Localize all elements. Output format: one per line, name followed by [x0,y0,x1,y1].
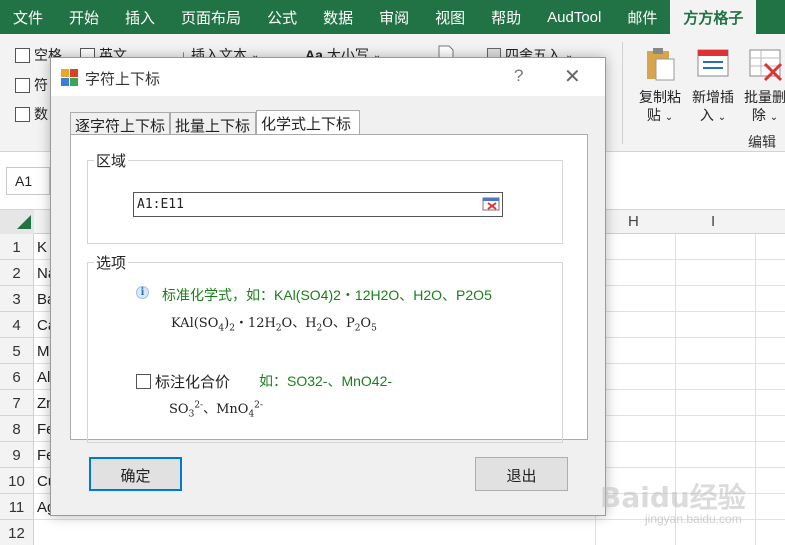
standard-formula-hint: 标准化学式，如：KAl(SO4)2・12H2O、H2O、P2O5 [162,287,492,303]
copy-paste-label-2: 贴 [646,107,661,123]
ribbon-tab-bar: 文件 开始 插入 页面布局 公式 数据 审阅 视图 帮助 AudTool 邮件 方方格子 [0,0,785,34]
symbol-checkbox[interactable] [15,77,30,93]
table-insert-icon [695,46,731,82]
example-text: 、MnO [203,402,249,417]
column-header-i[interactable]: I [711,213,715,230]
row-header[interactable]: 7 [0,390,34,416]
cell-a[interactable]: K [34,234,47,260]
number-label: 数 [34,106,48,122]
chevron-down-icon: ⌄ [664,112,674,123]
copy-paste-label-1: 复制粘 [639,89,681,105]
example-subscript: 4 [248,409,255,420]
ribbon-tab-6[interactable]: 审阅 [366,0,422,34]
select-all-corner[interactable] [0,210,34,234]
row-header[interactable]: 12 [0,520,34,545]
cell-a[interactable]: Al [34,364,50,390]
ribbon-tab-4[interactable]: 公式 [254,0,310,34]
valence-label: 标注化合价 [155,374,231,391]
help-button[interactable]: ? [514,66,523,86]
row-header[interactable]: 8 [0,416,34,442]
row-header[interactable]: 6 [0,364,34,390]
row-header[interactable]: 9 [0,442,34,468]
symbol-label: 符 [34,77,48,93]
exit-button[interactable]: 退出 [475,457,568,491]
new-insert-label-2: 入 [699,107,714,123]
range-value: A1:E11 [137,197,184,212]
clipboard-icon [642,46,678,82]
options-label: 选项 [96,255,127,272]
copy-paste-button[interactable]: 复制粘 贴 ⌄ [635,46,685,127]
batch-delete-label-1: 批量删 [744,89,785,105]
standard-formula-example: KAl(SO4)2・12H2O、H2O、P2O5 [171,312,377,334]
valence-option[interactable]: 标注化合价 [136,371,230,392]
valence-checkbox[interactable] [136,374,151,389]
options-group: 选项 [87,252,563,443]
row-header[interactable]: 11 [0,494,34,520]
new-insert-button[interactable]: 新增插 入 ⌄ [688,46,738,127]
valence-hint: 如：SO32-、MnO42- [259,373,393,389]
region-label: 区域 [96,153,127,170]
example-text: ・12H [234,316,276,331]
tab-chemical-formula[interactable]: 化学式上下标 [256,110,360,136]
ribbon-tab-9[interactable]: AudTool [534,0,614,34]
row-header[interactable]: 4 [0,312,34,338]
example-text: O、H [281,316,317,331]
select-all-icon [17,215,31,229]
table-delete-icon [747,46,783,82]
chevron-down-icon: ⌄ [717,112,727,123]
info-icon: i [136,286,149,299]
symbol-command[interactable]: 符 [15,75,48,95]
example-superscript: 2- [254,400,263,411]
app-icon [61,69,79,86]
batch-delete-label-2: 除 [751,107,766,123]
cell-a[interactable] [34,520,37,545]
batch-delete-button[interactable]: 批量删 除 ⌄ [740,46,785,127]
example-text: O、P [322,316,355,331]
ok-button[interactable]: 确定 [89,457,182,491]
chevron-down-icon: ⌄ [769,112,779,123]
watermark-url: jingyan.baidu.com [645,512,742,526]
ribbon-tab-8[interactable]: 帮助 [478,0,534,34]
tab-per-character[interactable]: 逐字符上下标 [70,112,170,135]
example-text: SO [169,402,189,417]
subscript-dialog: 字符上下标 ? ✕ 逐字符上下标 批量上下标 化学式上下标 区域 A1:E11 … [50,57,606,516]
number-command[interactable]: 数 [15,104,48,124]
ribbon-tab-10[interactable]: 邮件 [614,0,670,34]
ribbon-divider [622,42,623,144]
watermark: Baidu经验 [600,481,746,514]
close-icon[interactable]: ✕ [564,64,581,89]
example-subscript: 5 [371,323,377,334]
row-header[interactable]: 10 [0,468,34,494]
space-checkbox[interactable] [15,47,30,63]
ribbon-tab-3[interactable]: 页面布局 [168,0,254,34]
range-select-icon[interactable] [482,196,500,212]
example-subscript: 3 [188,409,195,420]
ribbon-tab-0[interactable]: 文件 [0,0,56,34]
dialog-title: 字符上下标 [85,71,161,88]
group-label-edit: 编辑 [748,134,776,150]
row-header[interactable]: 2 [0,260,34,286]
new-insert-label-1: 新增插 [692,89,734,105]
row-header[interactable]: 1 [0,234,34,260]
ribbon-tab-7[interactable]: 视图 [422,0,478,34]
name-box[interactable]: A1 [6,167,50,195]
number-checkbox[interactable] [15,106,30,122]
ribbon-tab-2[interactable]: 插入 [112,0,168,34]
range-input[interactable]: A1:E11 [133,192,503,217]
dialog-titlebar[interactable]: 字符上下标 ? ✕ [51,58,605,96]
example-superscript: 2- [194,400,204,411]
tab-batch[interactable]: 批量上下标 [170,112,256,135]
row-header[interactable]: 3 [0,286,34,312]
column-header-h[interactable]: H [628,213,639,230]
ribbon-tab-11[interactable]: 方方格子 [670,0,757,34]
example-text: KAl(SO [171,316,219,331]
row-header[interactable]: 5 [0,338,34,364]
example-text: O [360,316,372,331]
ribbon-tab-5[interactable]: 数据 [310,0,366,34]
valence-example: SO32-、MnO42- [169,398,263,420]
ribbon-tab-1[interactable]: 开始 [56,0,112,34]
